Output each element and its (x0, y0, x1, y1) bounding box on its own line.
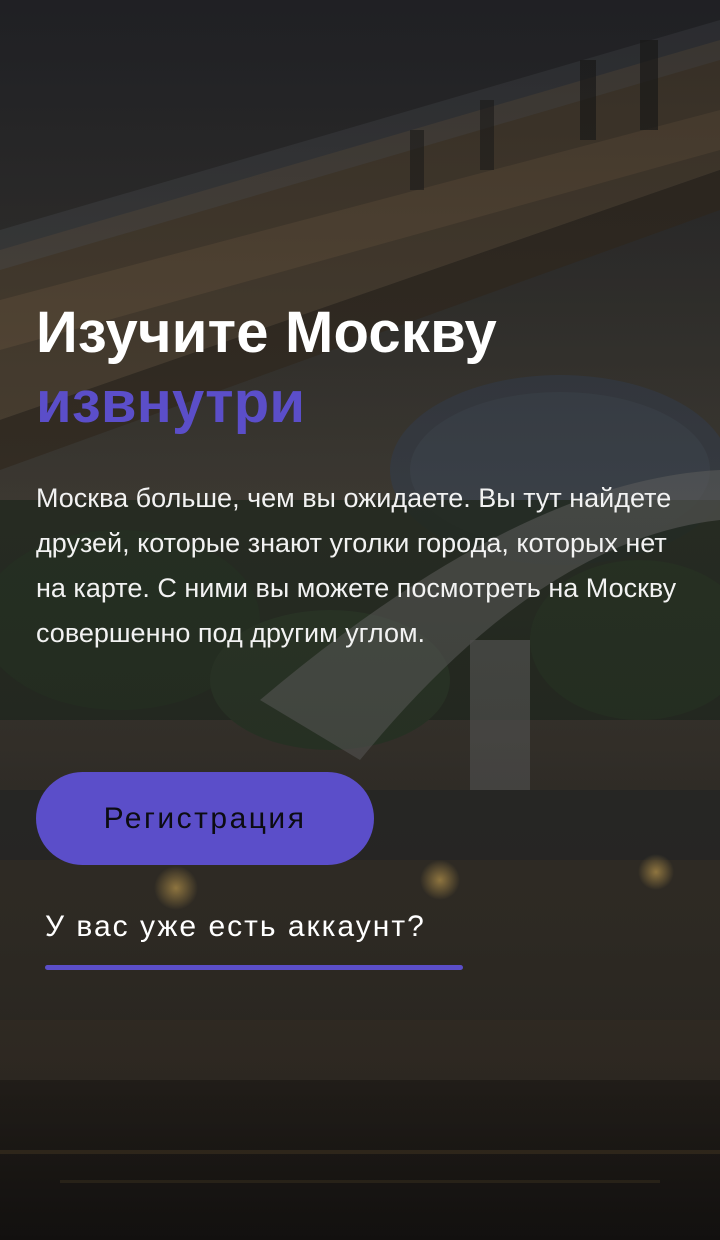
onboarding-screen: Изучите Москву извнутри Москва больше, ч… (0, 0, 720, 1240)
hero: Изучите Москву извнутри Москва больше, ч… (36, 298, 686, 656)
login-link-label: У вас уже есть аккаунт? (45, 910, 426, 943)
login-link[interactable]: У вас уже есть аккаунт? (45, 904, 465, 974)
register-button[interactable]: Регистрация (36, 772, 374, 865)
page-title: Изучите Москву извнутри (36, 298, 686, 438)
login-link-underline (45, 965, 463, 970)
title-line-primary: Изучите Москву (36, 300, 497, 365)
title-line-accent: извнутри (36, 370, 306, 435)
hero-description: Москва больше, чем вы ожидаете. Вы тут н… (36, 483, 677, 648)
